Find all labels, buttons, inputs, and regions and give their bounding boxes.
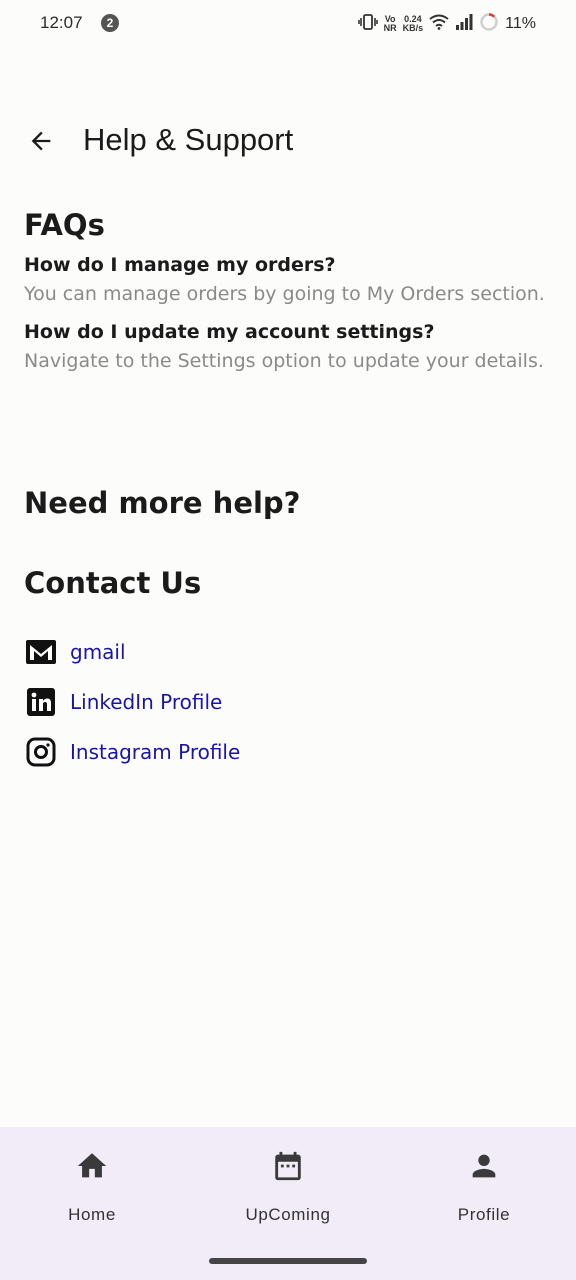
faq-answer: You can manage orders by going to My Ord… (24, 283, 545, 305)
faq-heading: FAQs (24, 208, 105, 242)
vibrate-icon (357, 14, 378, 34)
wifi-icon (429, 14, 449, 34)
nav-item-upcoming[interactable]: UpComing (218, 1149, 358, 1229)
contact-heading: Contact Us (24, 566, 202, 600)
instagram-icon (24, 735, 58, 769)
nav-label: Profile (457, 1205, 511, 1224)
nr-label: NR (383, 23, 397, 33)
need-help-heading: Need more help? (24, 486, 301, 520)
status-bar: 12:07 2 Vo NR 0.24 KB/s 11% (0, 0, 576, 48)
volte-nr-indicator: Vo NR (384, 15, 397, 33)
back-button[interactable] (22, 122, 60, 160)
faq-item: How do I manage my orders? You can manag… (24, 254, 552, 307)
notification-count-badge: 2 (101, 14, 119, 32)
linkedin-icon (24, 685, 58, 719)
contact-gmail-link[interactable]: gmail (24, 634, 544, 670)
faq-question: How do I update my account settings? (24, 321, 435, 343)
nav-label: UpComing (245, 1205, 331, 1224)
status-icons: Vo NR 0.24 KB/s 11% (357, 10, 536, 38)
arrow-back-icon (31, 131, 51, 151)
faq-answer: Navigate to the Settings option to updat… (24, 350, 544, 372)
contact-list: gmail LinkedIn Profile Instagram Profile (24, 634, 544, 784)
battery-ring-icon (479, 12, 499, 36)
gmail-icon (24, 635, 58, 669)
contact-instagram-link[interactable]: Instagram Profile (24, 734, 544, 770)
person-icon (472, 1154, 496, 1178)
contact-label[interactable]: LinkedIn Profile (70, 690, 222, 714)
faq-section: FAQs How do I manage my orders? You can … (24, 208, 552, 374)
status-time: 12:07 (40, 13, 83, 32)
calendar-icon (275, 1151, 301, 1181)
nav-item-profile[interactable]: Profile (414, 1149, 554, 1229)
contact-label[interactable]: gmail (70, 640, 126, 664)
nav-label: Home (68, 1205, 116, 1224)
faq-item: How do I update my account settings? Nav… (24, 321, 552, 374)
contact-linkedin-link[interactable]: LinkedIn Profile (24, 684, 544, 720)
page-title: Help & Support (83, 122, 294, 157)
battery-percent: 11% (505, 15, 536, 32)
cell-signal-icon (455, 14, 473, 34)
home-icon (77, 1153, 107, 1178)
home-indicator-bar[interactable] (209, 1258, 367, 1264)
app-bar: Help & Support (0, 112, 576, 168)
speed-unit: KB/s (402, 23, 424, 33)
nav-item-home[interactable]: Home (22, 1149, 162, 1229)
faq-question: How do I manage my orders? (24, 254, 336, 276)
contact-label[interactable]: Instagram Profile (70, 740, 240, 764)
network-speed: 0.24 KB/s (403, 15, 424, 33)
